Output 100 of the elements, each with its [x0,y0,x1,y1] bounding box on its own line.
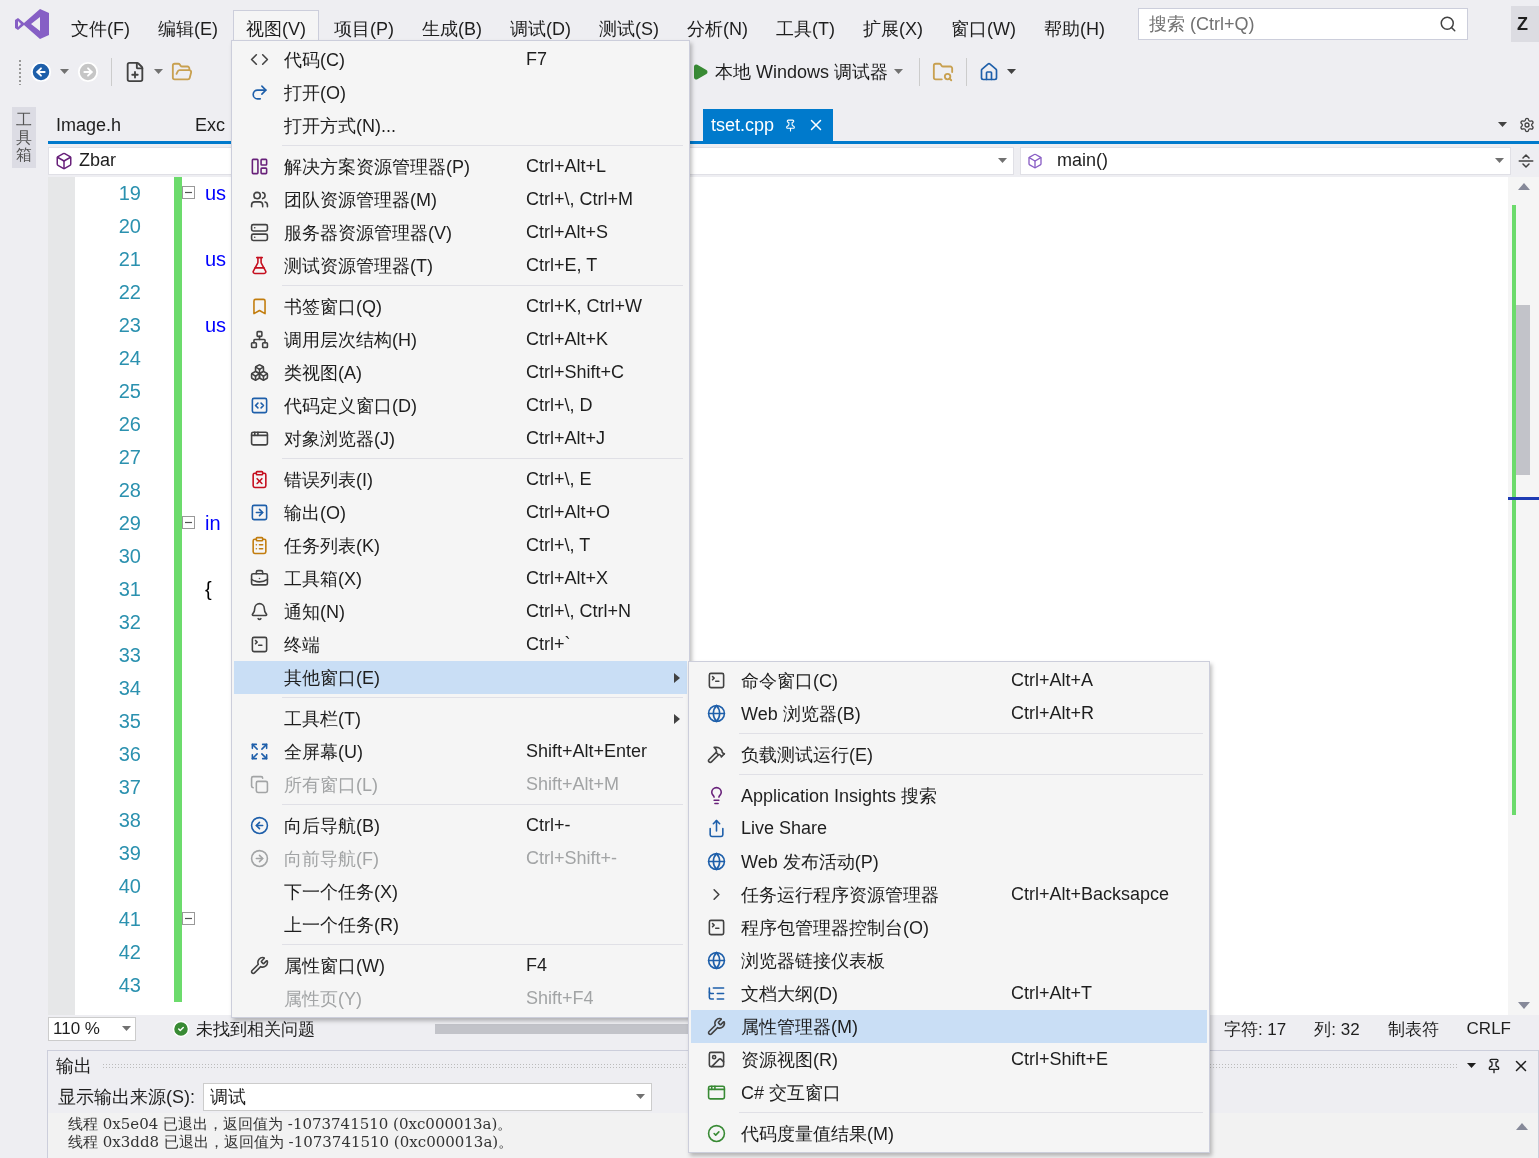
search-field[interactable]: 搜索 (Ctrl+Q) [1137,8,1468,40]
menu-bar-item[interactable]: 分析(N) [674,10,761,46]
source-dropdown[interactable]: 调试 [203,1083,652,1111]
dropdown-caret-icon [60,68,69,75]
menu-item[interactable]: 任务列表(K) Ctrl+\, T [234,529,687,562]
wrench-icon [706,1017,726,1036]
menu-item[interactable]: 代码(C) F7 [234,43,687,76]
menu-item[interactable]: 全屏幕(U) Shift+Alt+Enter [234,735,687,768]
menu-item[interactable]: C# 交互窗口 [691,1076,1207,1109]
menu-item[interactable]: 上一个任务(R) [234,908,687,941]
line-number: 42 [118,941,141,964]
menu-item[interactable]: Application Insights 搜索 [691,779,1207,812]
menu-item[interactable]: 对象浏览器(J) Ctrl+Alt+J [234,422,687,455]
function-dropdown[interactable]: main() [1020,146,1511,175]
panel-menu-caret-icon [1467,1063,1476,1069]
hierarchy-icon [249,330,269,349]
menu-item[interactable]: 打开方式(N)... [234,109,687,142]
dropdown-caret-icon [154,68,163,75]
menu-item[interactable]: 负载测试运行(E) [691,738,1207,771]
menu-item[interactable]: 属性管理器(M) [691,1010,1207,1043]
menu-item[interactable]: 代码度量值结果(M) [691,1117,1207,1150]
scroll-down-icon[interactable] [1517,1002,1530,1009]
menu-item[interactable]: 工具栏(T) [234,702,687,735]
menu-item[interactable]: 打开(O) [234,76,687,109]
fold-toggle-icon[interactable] [182,912,195,925]
menu-item[interactable]: 资源视图(R) Ctrl+Shift+E [691,1043,1207,1076]
menu-bar-item[interactable]: 扩展(X) [849,10,936,46]
menu-item[interactable]: 书签窗口(Q) Ctrl+K, Ctrl+W [234,290,687,323]
code-window-icon [249,396,269,415]
globe-icon [706,951,726,970]
menu-item[interactable]: 其他窗口(E) [234,661,687,694]
menu-item[interactable]: 工具箱(X) Ctrl+Alt+X [234,562,687,595]
menu-item[interactable]: 下一个任务(X) [234,875,687,908]
new-file-icon[interactable] [124,60,146,83]
menu-item[interactable]: 属性窗口(W) F4 [234,949,687,982]
menu-item[interactable]: 团队资源管理器(M) Ctrl+\, Ctrl+M [234,183,687,216]
scroll-up-icon[interactable] [1516,1123,1528,1130]
menu-bar-item[interactable]: 文件(F) [58,10,143,46]
solution-panel-icon [249,157,269,176]
search-icon [1438,15,1457,33]
fold-toggle-icon[interactable] [182,516,195,529]
menu-bar-item[interactable]: 工具(T) [763,10,848,46]
overflow-caret-icon [1007,68,1017,75]
code-text: { [205,578,212,601]
home-window-icon[interactable] [979,61,1000,82]
terminal-icon [706,671,726,690]
terminal-icon [249,635,269,654]
menu-item[interactable]: 输出(O) Ctrl+Alt+O [234,496,687,529]
flask-icon [249,256,269,275]
menu-item[interactable]: 文档大纲(D) Ctrl+Alt+T [691,977,1207,1010]
toolbox-tab[interactable]: 工具箱 [12,107,36,168]
menu-item[interactable]: 向后导航(B) Ctrl+- [234,809,687,842]
line-number: 32 [118,611,141,634]
start-debugger-button[interactable]: 本地 Windows 调试器 [687,57,908,86]
zoom-dropdown[interactable]: 110 % [48,1017,136,1041]
menu-item[interactable]: 终端 Ctrl+` [234,628,687,661]
boxes-icon [249,363,269,382]
document-tab[interactable]: Image.h [48,109,130,141]
menu-item[interactable]: 服务器资源管理器(V) Ctrl+Alt+S [234,216,687,249]
menu-item[interactable]: 错误列表(I) Ctrl+\, E [234,463,687,496]
menu-item[interactable]: 通知(N) Ctrl+\, Ctrl+N [234,595,687,628]
line-number: 39 [118,842,141,865]
menu-item[interactable]: 程序包管理器控制台(O) [691,911,1207,944]
line-ending-status: CRLF [1466,1019,1511,1039]
menu-bar-item[interactable]: 帮助(H) [1030,10,1118,46]
tab-list-caret-icon [1498,122,1507,128]
settings-icon[interactable] [1519,117,1535,133]
menu-item[interactable]: Live Share [691,812,1207,845]
output-line: 线程 0x5e04 已退出，返回值为 -1073741510 (0xc000013a)。 [68,1115,514,1133]
menu-item[interactable]: 代码定义窗口(D) Ctrl+\, D [234,389,687,422]
line-number: 43 [118,974,141,997]
scroll-up-icon[interactable] [1517,183,1530,190]
fold-toggle-icon[interactable] [182,186,195,199]
menu-item[interactable]: 命令窗口(C) Ctrl+Alt+A [691,664,1207,697]
line-number: 19 [118,182,141,205]
issues-status: 未找到相关问题 [196,1018,315,1041]
menu-item[interactable]: 调用层次结构(H) Ctrl+Alt+K [234,323,687,356]
menu-item[interactable]: Web 浏览器(B) Ctrl+Alt+R [691,697,1207,730]
menu-item[interactable]: 浏览器链接仪表板 [691,944,1207,977]
account-badge[interactable]: Z [1511,6,1539,42]
menu-bar-item[interactable]: 编辑(E) [145,10,231,46]
people-icon [249,190,269,209]
function-icon [1027,152,1043,169]
document-tab[interactable]: Exc [195,109,234,141]
menu-bar-item[interactable]: 窗口(W) [937,10,1029,46]
panel-title: 输出 [56,1055,92,1078]
menu-item[interactable]: Web 发布活动(P) [691,845,1207,878]
char-status: 字符: 17 [1223,1018,1287,1041]
line-number: 31 [118,578,141,601]
line-number: 20 [118,215,141,238]
server-icon [249,223,269,242]
wrench-icon [249,956,269,975]
menu-item[interactable]: 类视图(A) Ctrl+Shift+C [234,356,687,389]
split-icon[interactable] [1517,151,1535,170]
line-number: 23 [118,314,141,337]
menu-item[interactable]: 任务运行程序资源管理器 Ctrl+Alt+Backsapce [691,878,1207,911]
toolbar-grip[interactable] [18,58,22,85]
menu-item[interactable]: 测试资源管理器(T) Ctrl+E, T [234,249,687,282]
pin-icon[interactable] [1486,1058,1502,1074]
window-icon [249,429,269,448]
